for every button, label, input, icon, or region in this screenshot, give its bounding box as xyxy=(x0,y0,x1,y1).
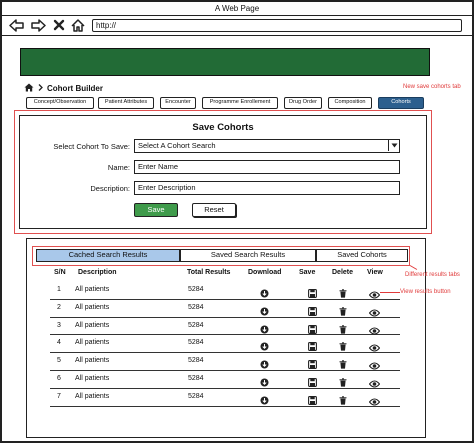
forward-arrow-icon[interactable] xyxy=(30,17,46,33)
tab-concept-observation[interactable]: Concept/Observation xyxy=(26,97,94,109)
header-sn: S/N xyxy=(54,269,66,276)
tab-programme-enrollement[interactable]: Programme Enrollement xyxy=(202,97,278,109)
header-description: Description xyxy=(78,269,117,276)
save-button[interactable]: Save xyxy=(134,203,178,217)
row-description: All patients xyxy=(75,303,110,311)
row-sn: 5 xyxy=(57,357,61,365)
annotation-results-tabs: Different results tabs xyxy=(405,272,460,278)
breadcrumb: Cohort Builder xyxy=(24,82,103,94)
tab-patient-attributes[interactable]: Patient Attributes xyxy=(98,97,154,109)
table-row: 7 All patients 5284 xyxy=(50,389,400,407)
window-title: A Web Page xyxy=(2,2,472,16)
tab-drug-order[interactable]: Drug Order xyxy=(284,97,322,109)
row-total-results: 5284 xyxy=(188,392,204,400)
row-total-results: 5284 xyxy=(188,321,204,329)
table-row: 6 All patients 5284 xyxy=(50,371,400,389)
row-description: All patients xyxy=(75,392,110,400)
annotation-new-tab: New save cohorts tab xyxy=(403,84,461,90)
row-sn: 3 xyxy=(57,321,61,329)
chevron-right-icon xyxy=(38,83,43,93)
browser-toolbar: http:// xyxy=(2,16,472,36)
chevron-down-icon[interactable] xyxy=(388,140,399,151)
row-sn: 1 xyxy=(57,286,61,293)
row-sn: 4 xyxy=(57,339,61,347)
back-arrow-icon[interactable] xyxy=(8,17,24,33)
row-description: All patients xyxy=(75,375,110,382)
reset-button[interactable]: Reset xyxy=(192,203,236,217)
cohort-select-value: Select A Cohort Search xyxy=(138,141,216,150)
row-total-results: 5284 xyxy=(188,286,204,293)
row-description: All patients xyxy=(75,339,110,347)
description-input[interactable]: Enter Description xyxy=(134,181,400,195)
row-description: All patients xyxy=(75,321,110,329)
name-label: Name: xyxy=(107,163,130,172)
row-total-results: 5284 xyxy=(188,357,204,365)
table-row: 1 All patients 5284 xyxy=(50,282,400,300)
header-banner xyxy=(20,48,430,76)
row-total-results: 5284 xyxy=(188,375,204,382)
row-description: All patients xyxy=(75,357,110,365)
trash-icon[interactable] xyxy=(339,392,347,410)
tab-composition[interactable]: Composition xyxy=(328,97,372,109)
table-row: 4 All patients 5284 xyxy=(50,335,400,354)
header-total-results: Total Results xyxy=(187,269,231,276)
download-icon[interactable] xyxy=(260,392,269,410)
row-sn: 7 xyxy=(57,392,61,400)
close-icon[interactable] xyxy=(52,17,66,33)
breadcrumb-label: Cohort Builder xyxy=(47,83,103,93)
cohort-label: Select Cohort To Save: xyxy=(53,142,130,151)
panel-title: Save Cohorts xyxy=(192,122,254,133)
home-icon[interactable] xyxy=(70,17,86,33)
save-cohorts-highlight: Save Cohorts Select Cohort To Save: Sele… xyxy=(14,110,432,234)
table-row: 5 All patients 5284 xyxy=(50,353,400,371)
row-total-results: 5284 xyxy=(188,303,204,311)
table-row: 2 All patients 5284 xyxy=(50,300,400,318)
row-description: All patients xyxy=(75,286,110,293)
eye-icon[interactable] xyxy=(368,393,381,411)
tab-saved-search-results[interactable]: Saved Search Results xyxy=(180,249,316,262)
description-label: Description: xyxy=(90,184,130,193)
save-cohorts-panel: Save Cohorts Select Cohort To Save: Sele… xyxy=(19,115,427,229)
table-row: 3 All patients 5284 xyxy=(50,318,400,336)
tab-cached-search-results[interactable]: Cached Search Results xyxy=(36,249,180,262)
header-download: Download xyxy=(248,269,282,276)
home-icon[interactable] xyxy=(24,83,34,94)
header-delete: Delete xyxy=(332,269,354,276)
header-save: Save xyxy=(299,269,316,276)
header-view: View xyxy=(367,269,383,276)
tab-saved-cohorts[interactable]: Saved Cohorts xyxy=(316,249,408,262)
row-total-results: 5284 xyxy=(188,339,204,347)
row-sn: 2 xyxy=(57,303,61,311)
annotation-view-button: View results button xyxy=(400,289,451,295)
cohort-select[interactable]: Select A Cohort Search xyxy=(134,139,400,153)
tab-encounter[interactable]: Encounter xyxy=(160,97,196,109)
url-input[interactable]: http:// xyxy=(92,19,462,32)
tab-cohorts[interactable]: Cohorts xyxy=(378,97,424,109)
name-input[interactable]: Enter Name xyxy=(134,160,400,174)
row-sn: 6 xyxy=(57,375,61,382)
save-icon[interactable] xyxy=(308,392,317,410)
